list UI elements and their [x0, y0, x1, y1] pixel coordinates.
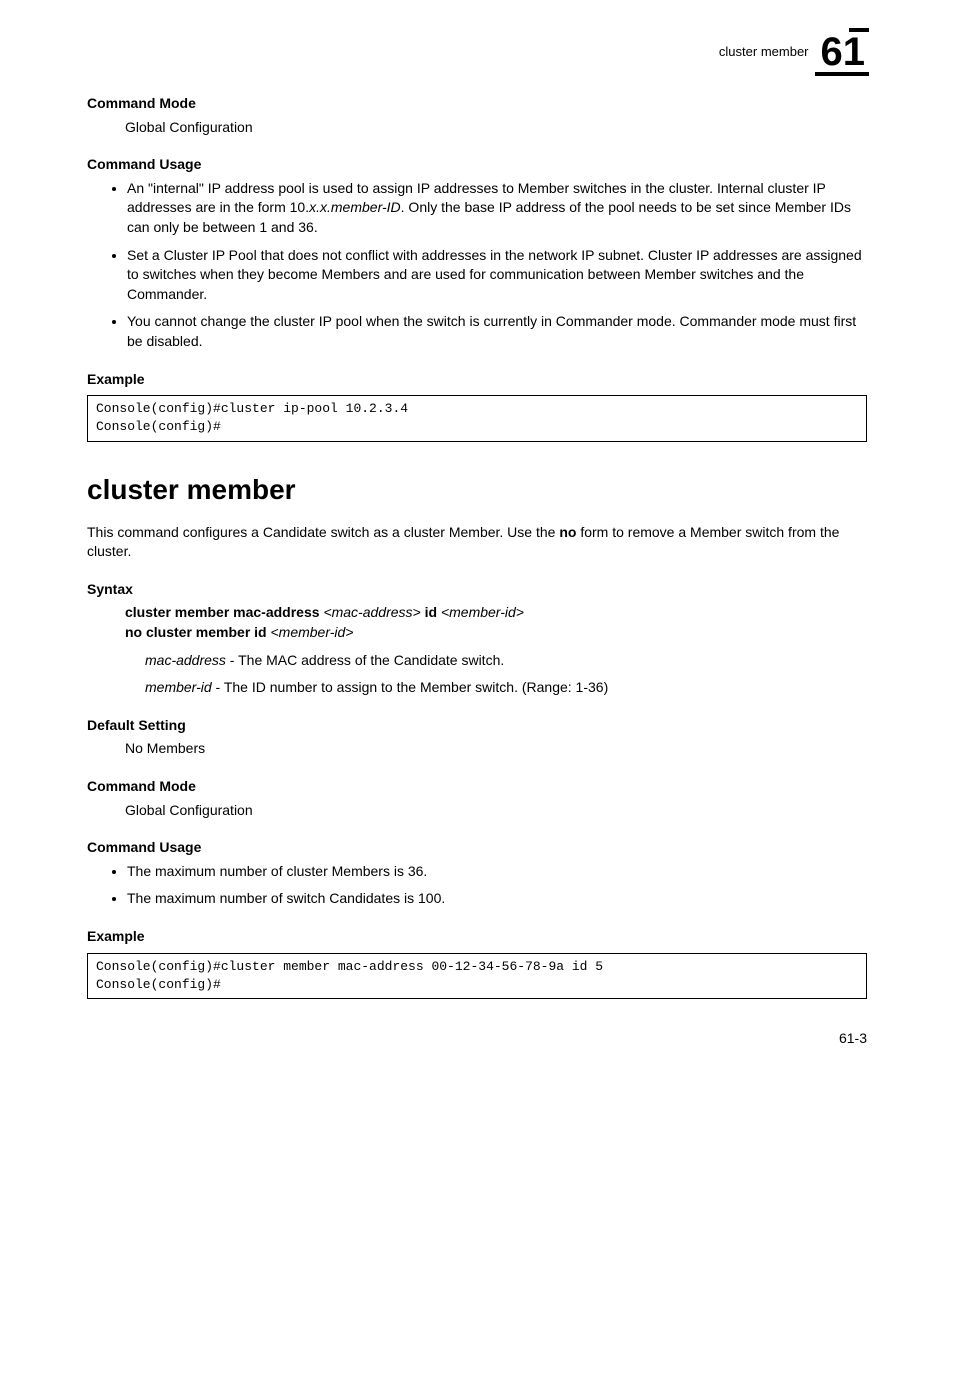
command-mode-heading: Command Mode [87, 777, 867, 797]
usage-list: An "internal" IP address pool is used to… [107, 179, 867, 352]
syntax-block: cluster member mac-address <mac-address>… [125, 603, 867, 642]
page-header: cluster member 61 [87, 30, 867, 74]
syntax-arg: <mac-address> [323, 604, 420, 620]
command-usage-heading: Command Usage [87, 155, 867, 175]
syntax-keyword: id [425, 604, 437, 620]
default-setting-text: No Members [125, 739, 867, 759]
list-item: The maximum number of cluster Members is… [127, 862, 867, 882]
example-heading: Example [87, 370, 867, 390]
breadcrumb: cluster member [719, 43, 809, 61]
default-setting-heading: Default Setting [87, 716, 867, 736]
list-item: The maximum number of switch Candidates … [127, 889, 867, 909]
param-name: mac-address [145, 652, 226, 668]
param-text: - The MAC address of the Candidate switc… [226, 652, 504, 668]
syntax-cmd: cluster member mac-address [125, 604, 320, 620]
command-mode-text: Global Configuration [125, 801, 867, 821]
command-description: This command configures a Candidate swit… [87, 523, 867, 562]
example-heading: Example [87, 927, 867, 947]
list-item: You cannot change the cluster IP pool wh… [127, 312, 867, 351]
param-name: member-id [145, 679, 212, 695]
page-footer: 61-3 [87, 1029, 867, 1049]
command-mode-text: Global Configuration [125, 118, 867, 138]
syntax-cmd: no cluster member id [125, 624, 267, 640]
code-example: Console(config)#cluster member mac-addre… [87, 953, 867, 999]
param-text: - The ID number to assign to the Member … [212, 679, 609, 695]
command-usage-heading: Command Usage [87, 838, 867, 858]
list-item: Set a Cluster IP Pool that does not conf… [127, 246, 867, 305]
list-item: An "internal" IP address pool is used to… [127, 179, 867, 238]
chapter-number: 61 [819, 30, 868, 74]
syntax-arg: <member-id> [270, 624, 353, 640]
syntax-heading: Syntax [87, 580, 867, 600]
code-example: Console(config)#cluster ip-pool 10.2.3.4… [87, 395, 867, 441]
desc-bold: no [559, 524, 576, 540]
desc-part1: This command configures a Candidate swit… [87, 524, 559, 540]
param-description: member-id - The ID number to assign to t… [145, 678, 867, 698]
command-title: cluster member [87, 470, 867, 509]
syntax-arg: <member-id> [441, 604, 524, 620]
command-mode-heading: Command Mode [87, 94, 867, 114]
syntax-line: no cluster member id <member-id> [125, 623, 867, 643]
param-description: mac-address - The MAC address of the Can… [145, 651, 867, 671]
syntax-line: cluster member mac-address <mac-address>… [125, 603, 867, 623]
usage-list: The maximum number of cluster Members is… [107, 862, 867, 909]
